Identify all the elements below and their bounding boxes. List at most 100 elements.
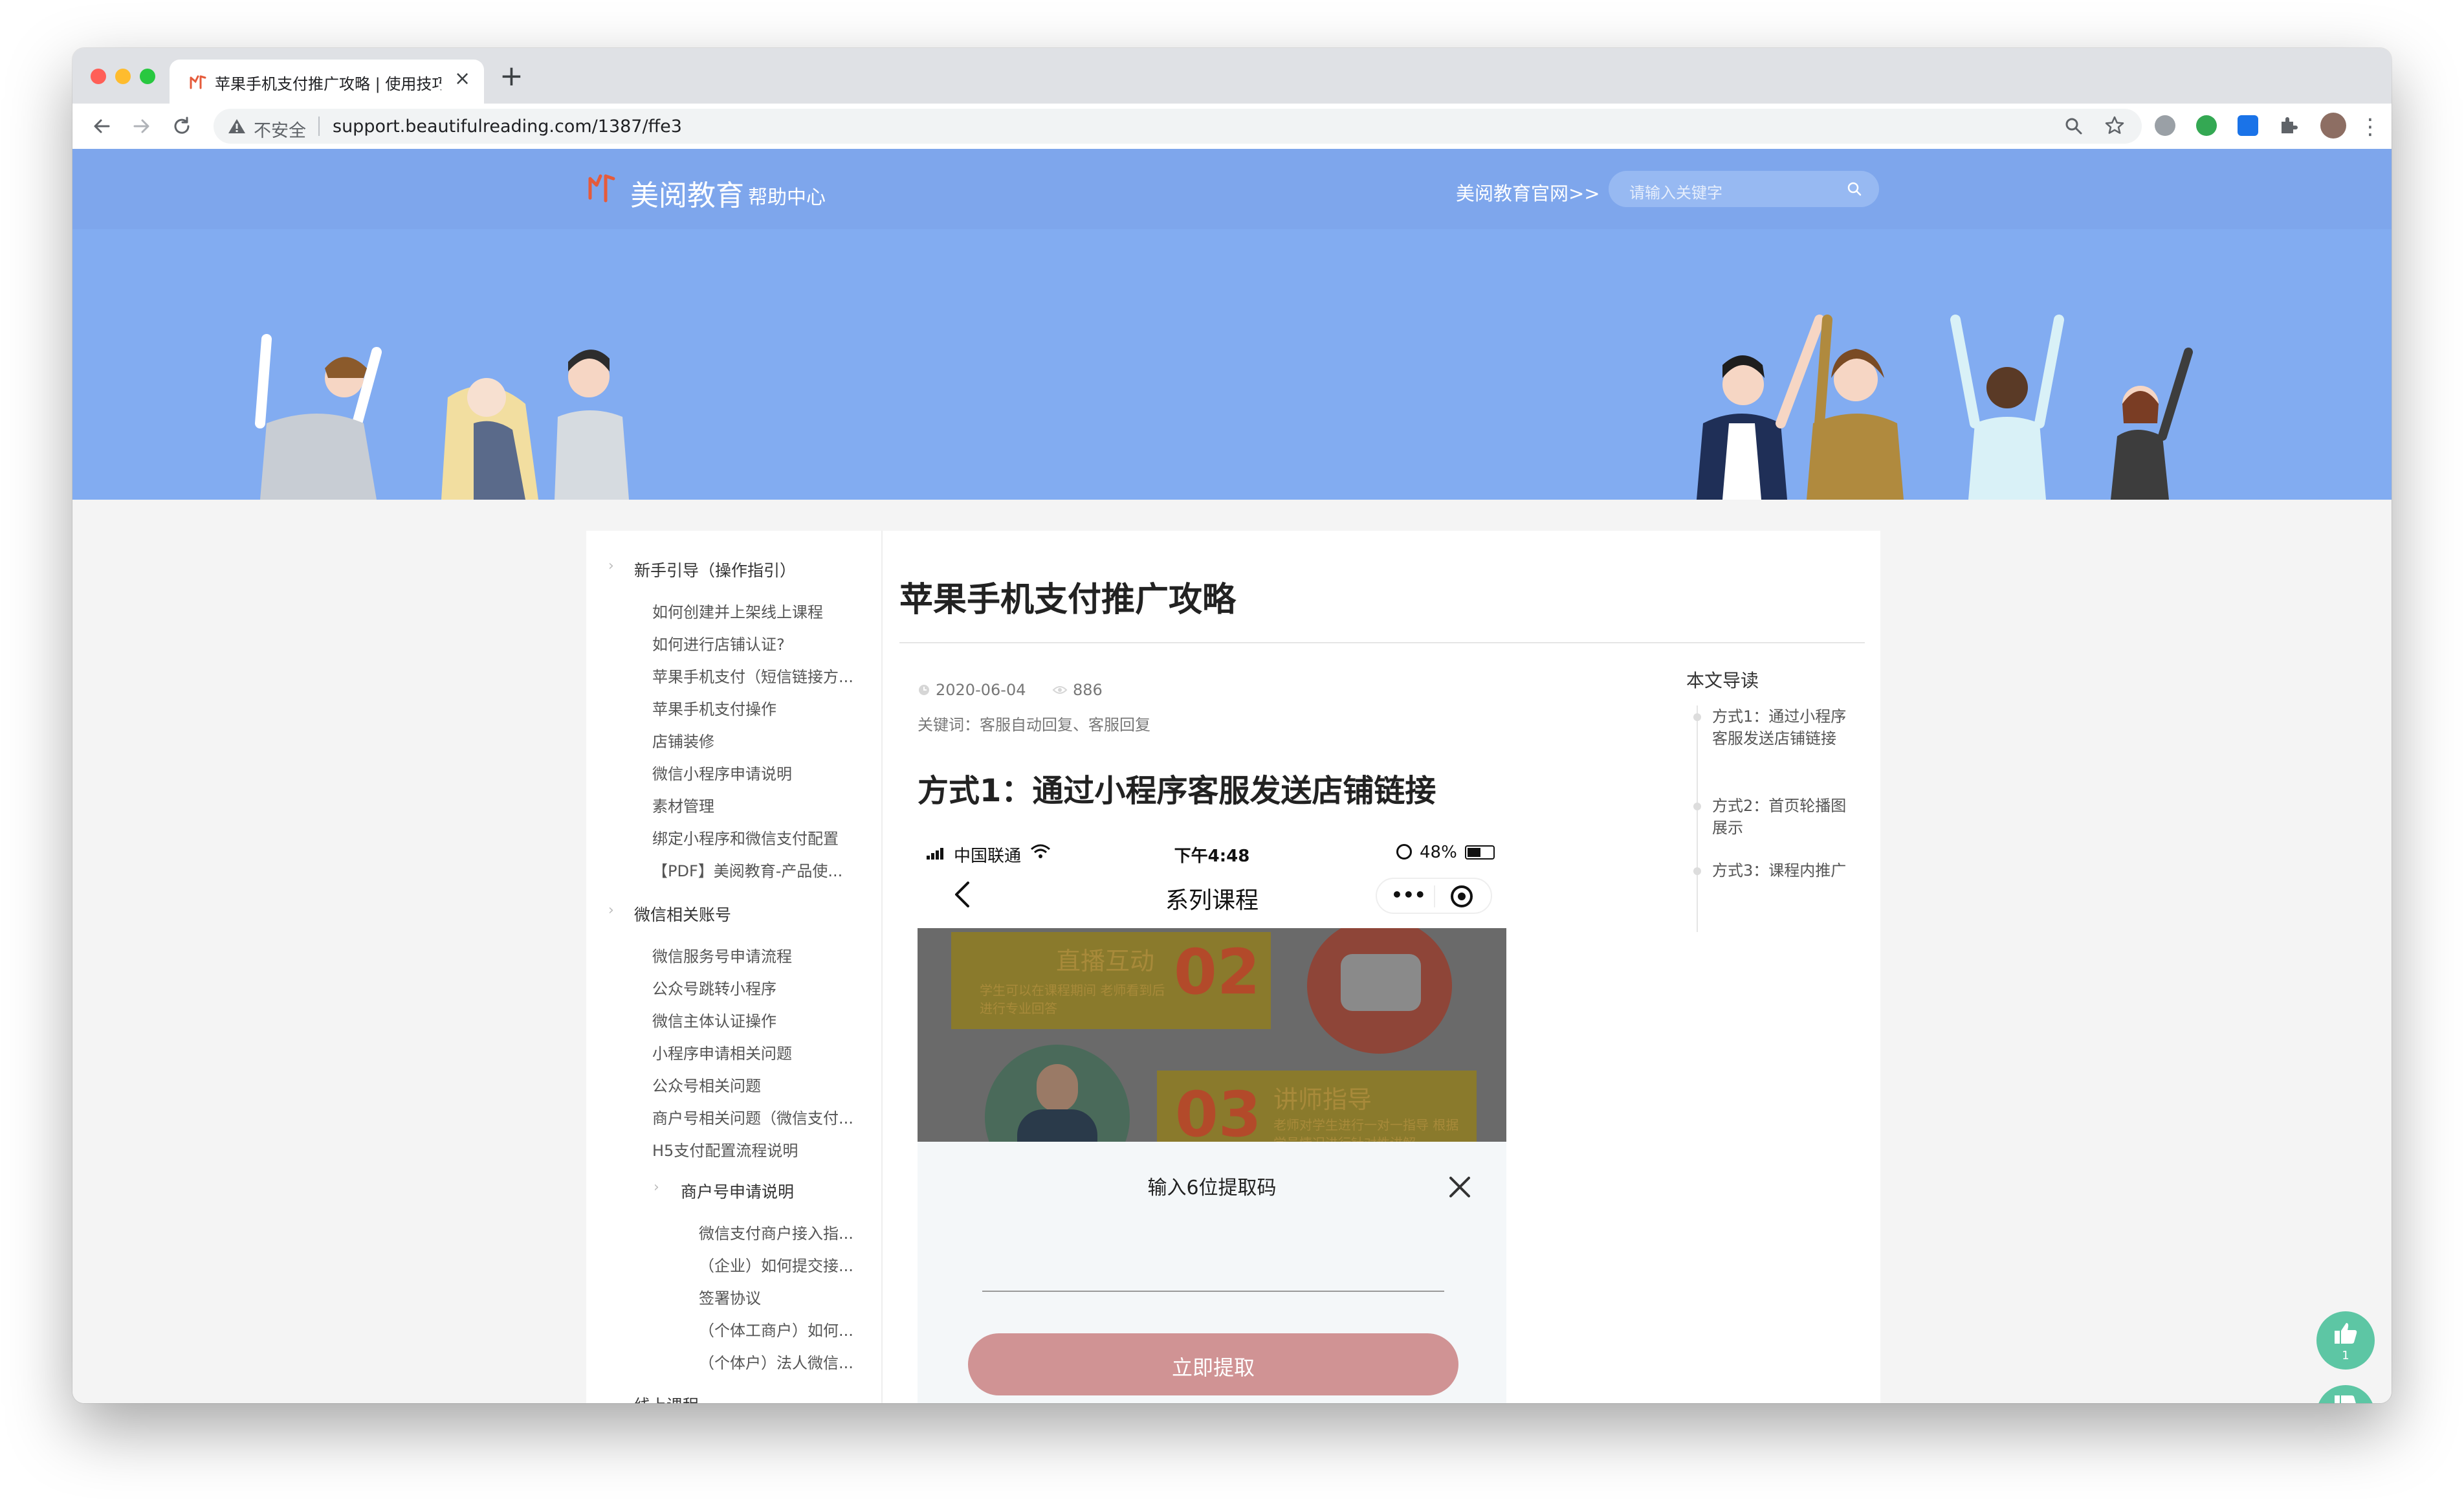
article-date: 2020-06-04 bbox=[936, 681, 1026, 699]
battery-percent: 48% bbox=[1420, 843, 1457, 862]
sidebar-item[interactable]: 如何进行店铺认证? bbox=[652, 632, 872, 654]
new-tab-button[interactable]: + bbox=[500, 62, 523, 91]
security-label[interactable]: 不安全 bbox=[254, 117, 306, 142]
site-header: 美阅教育 帮助中心 美阅教育官网>> 请输入关键字 bbox=[72, 149, 2392, 229]
sidebar-item[interactable]: 微信服务号申请流程 bbox=[652, 944, 872, 966]
maximize-window-button[interactable] bbox=[140, 69, 155, 84]
warning-icon bbox=[228, 119, 245, 133]
extension-check-icon[interactable] bbox=[2196, 115, 2217, 136]
sidebar-item[interactable]: （个体户）法人微信... bbox=[699, 1350, 874, 1373]
sidebar-category-cutoff[interactable]: 线上课程 bbox=[634, 1393, 699, 1403]
phone-header: 中国联通 下午4:48 48% 系列课程 ••• bbox=[918, 835, 1506, 928]
back-icon[interactable] bbox=[91, 115, 113, 137]
extract-button-label: 立即提取 bbox=[1171, 1355, 1255, 1380]
chevron-right-icon[interactable]: › bbox=[608, 902, 614, 918]
sidebar-item[interactable]: 公众号相关问题 bbox=[652, 1073, 872, 1096]
chevron-right-icon[interactable]: › bbox=[608, 558, 614, 574]
sidebar-item[interactable]: （个体工商户）如何... bbox=[699, 1318, 874, 1340]
extension-globe-icon[interactable] bbox=[2155, 115, 2175, 136]
toc-item-1[interactable]: 方式1：通过小程序客服发送店铺链接 bbox=[1712, 705, 1848, 750]
like-button[interactable]: 1 bbox=[2316, 1311, 2375, 1370]
article-title: 苹果手机支付推广攻略 bbox=[899, 581, 1237, 619]
code-input[interactable] bbox=[982, 1291, 1444, 1292]
sidebar-nav: › 新手引导（操作指引） 如何创建并上架线上课程 如何进行店铺认证? 苹果手机支… bbox=[586, 531, 883, 1403]
promo-card-2: 03 讲师指导 老师对学生进行一对一指导 根据学员情况进行针对性讲解 bbox=[1157, 1071, 1477, 1142]
extract-code-modal: 输入6位提取码 立即提取 bbox=[918, 1142, 1506, 1403]
toc-dot bbox=[1693, 803, 1701, 810]
forward-icon[interactable] bbox=[131, 115, 153, 137]
sidebar-item[interactable]: 【PDF】美阅教育-产品使... bbox=[652, 858, 872, 881]
search-placeholder: 请输入关键字 bbox=[1629, 184, 1722, 202]
browser-toolbar: 不安全 support.beautifulreading.com/1387/ff… bbox=[72, 104, 2392, 150]
sidebar-item[interactable]: 公众号跳转小程序 bbox=[652, 976, 872, 999]
sidebar-item[interactable]: （企业）如何提交接... bbox=[699, 1253, 874, 1276]
bookmark-star-icon[interactable] bbox=[2104, 115, 2125, 136]
sidebar-item[interactable]: 微信小程序申请说明 bbox=[652, 761, 872, 784]
toc-dot bbox=[1693, 867, 1701, 875]
sidebar-item[interactable]: 素材管理 bbox=[652, 794, 872, 816]
tab-close-icon[interactable]: × bbox=[454, 67, 470, 90]
battery-icon bbox=[1465, 845, 1495, 860]
article-keywords: 关键词：客服自动回复、客服回复 bbox=[918, 716, 1150, 734]
chevron-right-icon[interactable]: › bbox=[654, 1179, 659, 1195]
tab-active[interactable]: 苹果手机支付推广攻略 | 使用技巧 × bbox=[170, 60, 484, 104]
close-window-button[interactable] bbox=[91, 69, 106, 84]
toc-item-3[interactable]: 方式3：课程内推广 bbox=[1712, 860, 1848, 882]
modal-title: 输入6位提取码 bbox=[1147, 1177, 1277, 1199]
banner-illustration bbox=[72, 229, 2392, 500]
profile-avatar[interactable] bbox=[2320, 113, 2346, 139]
sidebar-item[interactable]: 商户号相关问题（微信支付... bbox=[652, 1105, 872, 1128]
more-icon[interactable]: ••• bbox=[1391, 884, 1426, 905]
modal-close-icon[interactable] bbox=[1447, 1174, 1473, 1200]
orientation-lock-icon bbox=[1396, 844, 1412, 860]
sidebar-item[interactable]: 绑定小程序和微信支付配置 bbox=[652, 826, 872, 849]
web-page: 美阅教育 帮助中心 美阅教育官网>> 请输入关键字 › 新手引导（操作指引） 如… bbox=[72, 149, 2392, 1403]
address-bar[interactable]: 不安全 support.beautifulreading.com/1387/ff… bbox=[214, 109, 2142, 144]
sidebar-category[interactable]: 微信相关账号 bbox=[634, 902, 731, 926]
browser-menu-icon[interactable]: ⋮ bbox=[2359, 114, 2381, 140]
promo-card-1-desc: 学生可以在课程期间 老师看到后进行专业回答 bbox=[980, 983, 1165, 1016]
toc-item-2[interactable]: 方式2：首页轮播图展示 bbox=[1712, 795, 1848, 839]
sidebar-item[interactable]: 微信主体认证操作 bbox=[652, 1008, 872, 1031]
phone-time: 下午4:48 bbox=[1174, 847, 1250, 866]
capsule-menu[interactable]: ••• bbox=[1376, 878, 1492, 914]
phone-screenshot: 中国联通 下午4:48 48% 系列课程 ••• 直播互动 02 学生可以在课程… bbox=[918, 835, 1506, 1403]
search-input[interactable]: 请输入关键字 bbox=[1609, 171, 1879, 207]
promo-card-1: 直播互动 02 学生可以在课程期间 老师看到后进行专业回答 bbox=[951, 932, 1271, 1029]
sidebar-item[interactable]: 苹果手机支付操作 bbox=[652, 696, 872, 719]
sidebar-item[interactable]: 如何创建并上架线上课程 bbox=[652, 599, 872, 622]
eye-icon bbox=[1052, 686, 1068, 694]
toc-title: 本文导读 bbox=[1686, 670, 1759, 691]
url-text[interactable]: support.beautifulreading.com/1387/ffe3 bbox=[333, 117, 682, 137]
search-icon[interactable] bbox=[1845, 180, 1864, 198]
thumbs-down-icon bbox=[2335, 1395, 2356, 1403]
dislike-button[interactable]: 0 bbox=[2316, 1385, 2375, 1403]
sidebar-subcategory[interactable]: 商户号申请说明 bbox=[681, 1179, 794, 1203]
zoom-icon[interactable] bbox=[2064, 117, 2084, 136]
site-logo-text[interactable]: 美阅教育 bbox=[630, 172, 744, 214]
promo-card-2-title: 讲师指导 bbox=[1273, 1085, 1372, 1114]
site-logo-suffix: 帮助中心 bbox=[748, 186, 826, 209]
sidebar-item[interactable]: 苹果手机支付（短信链接方... bbox=[652, 664, 872, 687]
minimize-window-button[interactable] bbox=[115, 69, 131, 84]
toc-rail bbox=[1697, 705, 1698, 932]
official-site-link[interactable]: 美阅教育官网>> bbox=[1456, 179, 1600, 206]
sidebar-item[interactable]: 小程序申请相关问题 bbox=[652, 1041, 872, 1063]
site-logo-icon[interactable] bbox=[586, 172, 616, 205]
toc-dot bbox=[1693, 713, 1701, 721]
article-views: 886 bbox=[1073, 681, 1103, 699]
reload-icon[interactable] bbox=[171, 115, 193, 137]
section-heading: 方式1：通过小程序客服发送店铺链接 bbox=[918, 773, 1436, 809]
extract-button[interactable]: 立即提取 bbox=[968, 1333, 1458, 1395]
sidebar-item[interactable]: 签署协议 bbox=[699, 1285, 874, 1308]
close-mini-program-icon[interactable] bbox=[1451, 885, 1473, 907]
sidebar-category[interactable]: 新手引导（操作指引） bbox=[634, 558, 796, 581]
thumbs-up-icon bbox=[2335, 1323, 2357, 1344]
extension-m-icon[interactable] bbox=[2238, 115, 2258, 136]
like-count: 1 bbox=[2342, 1349, 2349, 1362]
sidebar-item[interactable]: 店铺装修 bbox=[652, 729, 872, 751]
sidebar-item[interactable]: H5支付配置流程说明 bbox=[652, 1138, 872, 1160]
browser-window: 苹果手机支付推广攻略 | 使用技巧 × + 不安全 support.beauti… bbox=[72, 48, 2392, 1403]
extensions-puzzle-icon[interactable] bbox=[2278, 115, 2298, 136]
sidebar-item[interactable]: 微信支付商户接入指... bbox=[699, 1221, 874, 1243]
